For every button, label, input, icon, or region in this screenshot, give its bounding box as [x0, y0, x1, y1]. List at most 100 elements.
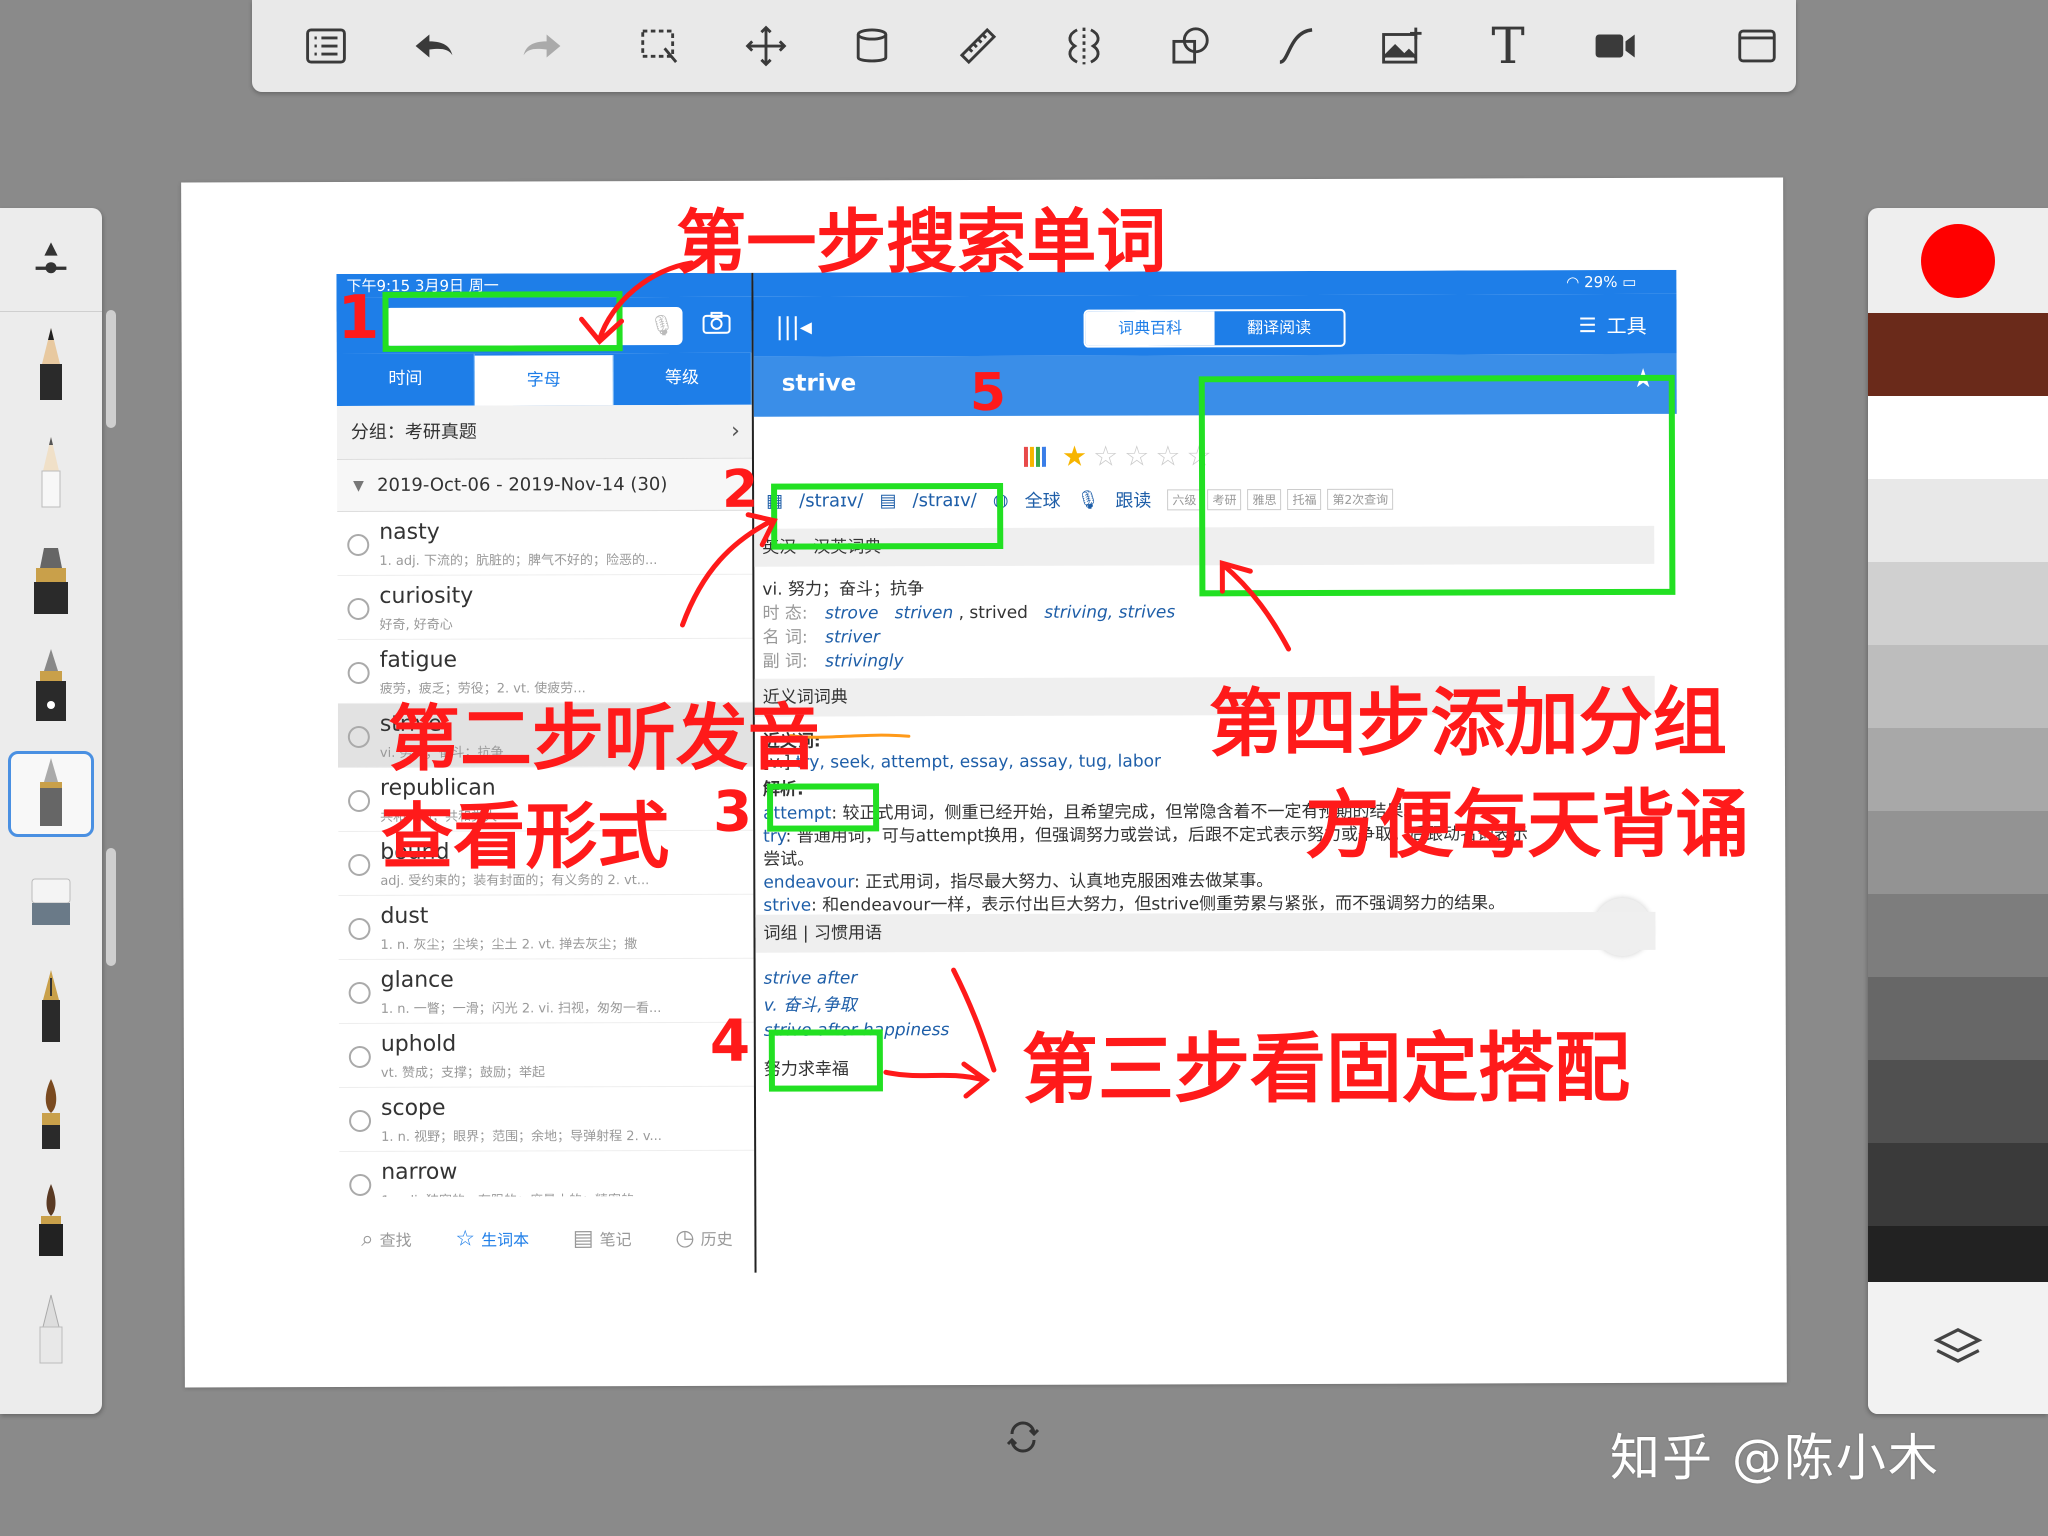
word-text: uphold — [380, 1031, 457, 1057]
fill-bucket-icon[interactable] — [833, 11, 911, 81]
marker-icon[interactable] — [0, 526, 102, 633]
move-icon[interactable] — [727, 11, 805, 81]
phrase-1-text[interactable]: strive after — [764, 968, 858, 988]
technical-pen-icon[interactable] — [0, 740, 102, 847]
pron-global[interactable]: 全球 — [1025, 487, 1061, 513]
mode-segment[interactable]: 翻译阅读 — [1215, 311, 1344, 345]
tense-form[interactable]: striving, strives — [1044, 602, 1175, 622]
bottom-nav-item[interactable]: ☆ 生词本 — [455, 1226, 529, 1251]
color-swatch[interactable] — [1868, 562, 2048, 645]
word-list-item[interactable]: nasty 1. adj. 下流的；肮脏的；脾气不好的；险恶的... — [337, 510, 753, 577]
watermark: 知乎 @陈小木 — [1610, 1429, 1940, 1487]
ink-pen-icon[interactable] — [0, 419, 102, 526]
follow-read-button[interactable]: 跟读 — [1115, 486, 1151, 512]
word-list-item[interactable]: dust 1. n. 灰尘；尘埃；尘土 2. vt. 掸去灰尘；撒 — [338, 894, 754, 961]
video-icon[interactable] — [1575, 11, 1653, 81]
color-swatch[interactable] — [1868, 977, 2048, 1060]
canvas-rotate-handle-icon[interactable] — [1006, 1420, 1040, 1454]
adverb-value[interactable]: strivingly — [825, 651, 903, 671]
color-swatch[interactable] — [1868, 396, 2048, 479]
color-swatch[interactable] — [1868, 894, 2048, 977]
word-list-item[interactable]: republican 共和党的；共和党人 — [337, 766, 754, 833]
analysis-term[interactable]: strive — [763, 896, 811, 916]
fountain-pen-icon[interactable] — [0, 633, 102, 740]
bottom-nav-item[interactable]: ▤ 笔记 — [573, 1226, 632, 1251]
felt-brush-icon[interactable] — [0, 1168, 102, 1275]
brush-panel-scrollbar[interactable] — [106, 310, 116, 428]
library-icon[interactable]: |||◂ — [776, 313, 812, 341]
noun-value[interactable]: striver — [825, 627, 880, 647]
symmetry-icon[interactable] — [1045, 11, 1123, 81]
brush-size-icon[interactable] — [0, 208, 102, 312]
notes-icon: ▤ — [572, 1225, 594, 1251]
word-list-item[interactable]: bound adj. 受约束的；装有封面的；有义务的 2. vt... — [338, 830, 754, 897]
clock-icon — [347, 533, 370, 556]
clock-icon — [348, 789, 371, 812]
color-swatch[interactable] — [1868, 313, 2048, 396]
list-icon[interactable] — [287, 11, 365, 81]
word-list-item[interactable]: glance 1. n. 一瞥；一滑；闪光 2. vi. 扫视，匆匆一看... — [338, 958, 754, 1025]
section-synonyms[interactable]: 近义词词典 — [754, 675, 1655, 717]
brush-panel-scrollbar-lower[interactable] — [106, 848, 116, 966]
word-definition: 疲劳，疲乏；劳役；2. vt. 使疲劳... — [379, 681, 586, 697]
group-label: 分组：考研真题 — [350, 421, 477, 443]
microphone-icon: 🎙 — [1076, 489, 1100, 511]
synonym-label: 近义词: — [762, 731, 821, 752]
redo-icon[interactable] — [503, 11, 581, 81]
word-list-item[interactable]: uphold vt. 赞成；支撑；鼓励；举起 — [338, 1022, 754, 1089]
sort-tab[interactable]: 字母 — [474, 355, 614, 406]
color-swatch[interactable] — [1868, 728, 2048, 811]
fullscreen-icon[interactable] — [1718, 11, 1796, 81]
search-icon: ⌕ — [361, 1226, 374, 1252]
current-color-button[interactable] — [1868, 208, 2048, 313]
calligraphy-pen-icon[interactable] — [0, 954, 102, 1061]
word-list-item[interactable]: curiosity 好奇, 好奇心 — [337, 574, 753, 641]
group-selector[interactable]: 分组：考研真题 › — [336, 404, 752, 461]
pencil-icon[interactable] — [0, 312, 102, 419]
word-list-item[interactable]: scope 1. n. 视野；眼界；范围；余地；导弹射程 2. v... — [338, 1086, 755, 1153]
analysis-line: strive: 和endeavour一样，表示付出巨大努力，但strive侧重劳… — [763, 888, 1505, 915]
color-swatch[interactable] — [1868, 1060, 2048, 1143]
eraser-icon[interactable] — [0, 847, 102, 954]
history-icon: ◷ — [675, 1225, 695, 1251]
airbrush-icon[interactable] — [0, 1275, 102, 1382]
word-list-item[interactable]: fatigue 疲劳，疲乏；劳役；2. vt. 使疲劳... — [337, 638, 753, 705]
word-list-item[interactable]: narrow 1. adj. 狭窄的，有限的；度量小的；精密的... — [339, 1150, 755, 1198]
color-swatch[interactable] — [1868, 645, 2048, 728]
selection-icon[interactable] — [621, 11, 699, 81]
camera-icon[interactable] — [702, 311, 732, 339]
mode-segment[interactable]: 词典百科 — [1085, 311, 1215, 346]
color-swatch[interactable] — [1868, 1143, 2048, 1226]
text-icon[interactable]: T — [1469, 11, 1547, 81]
shapes-icon[interactable] — [1151, 11, 1229, 81]
tense-form[interactable]: striven — [895, 603, 954, 623]
color-swatch[interactable] — [1868, 811, 2048, 894]
synonym-words[interactable]: try, seek, attempt, essay, assay, tug, l… — [796, 751, 1161, 772]
search-input[interactable]: 🎙 — [384, 306, 683, 346]
microphone-icon[interactable]: 🎙 — [649, 313, 674, 337]
bottom-nav-label: 生词本 — [481, 1230, 530, 1250]
insert-image-icon[interactable] — [1363, 11, 1441, 81]
paint-brush-icon[interactable] — [0, 1061, 102, 1168]
tense-form[interactable]: strove — [825, 603, 879, 623]
word-list-item[interactable]: strive vi. 努力；奋斗；抗争 — [337, 702, 753, 769]
tools-button[interactable]: ☰ 工具 — [1579, 310, 1647, 339]
exam-tag: 六级 — [1167, 488, 1202, 510]
bottom-nav-item[interactable]: ◷ 历史 — [675, 1225, 732, 1250]
favorite-star-icon[interactable]: ★ — [1631, 364, 1654, 394]
sort-tab[interactable]: 时间 — [336, 353, 476, 407]
phrase-2-text[interactable]: strive after happiness — [764, 1020, 950, 1041]
drawing-canvas[interactable]: 下午9:15 3月9日 周一 🎙 时间 字母 等级 分组：考研真题 › ▼ 2019… — [181, 177, 1787, 1388]
date-range-header[interactable]: ▼ 2019-Oct-06 - 2019-Nov-14 (30) — [336, 458, 753, 513]
bottom-nav-item[interactable]: ⌕ 查找 — [361, 1226, 411, 1251]
undo-icon[interactable] — [395, 11, 473, 81]
color-swatch[interactable] — [1868, 479, 2048, 562]
layers-icon[interactable] — [1868, 1282, 2048, 1414]
section-phrases[interactable]: 词组 | 习惯用语 — [755, 911, 1656, 953]
pron-us[interactable]: /straɪv/ — [912, 490, 976, 511]
sort-tab[interactable]: 等级 — [613, 352, 752, 406]
curve-icon[interactable] — [1257, 11, 1335, 81]
pron-uk[interactable]: /straɪv/ — [799, 490, 863, 511]
section-en-zh[interactable]: 英汉－汉英词典 — [754, 525, 1655, 567]
ruler-icon[interactable] — [939, 11, 1017, 81]
